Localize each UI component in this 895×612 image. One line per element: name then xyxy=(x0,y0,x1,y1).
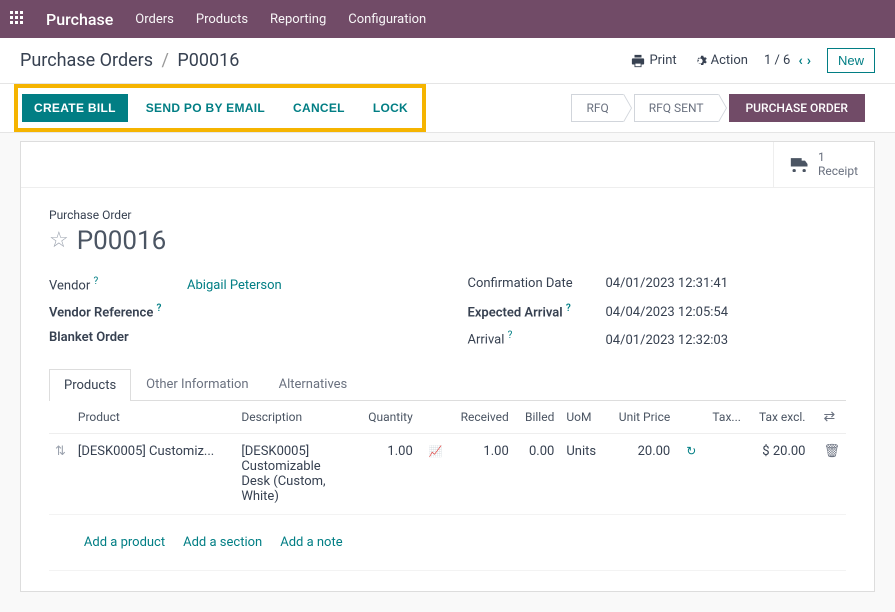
col-billed: Billed xyxy=(515,401,561,434)
status-rfq[interactable]: RFQ xyxy=(571,94,623,122)
top-navbar: Purchase Orders Products Reporting Confi… xyxy=(0,0,895,38)
col-uom: UoM xyxy=(560,401,606,434)
menu-products[interactable]: Products xyxy=(196,12,248,27)
vendor-value[interactable]: Abigail Peterson xyxy=(187,278,282,293)
cell-tax[interactable] xyxy=(702,433,747,514)
create-bill-button[interactable]: CREATE BILL xyxy=(22,94,128,122)
new-button[interactable]: New xyxy=(827,48,875,73)
col-received: Received xyxy=(448,401,514,434)
forecast-icon[interactable]: 📈 xyxy=(429,445,443,458)
col-tax-excl: Tax excl. xyxy=(747,401,812,434)
delete-row-icon[interactable]: 🗑 xyxy=(823,444,840,459)
status-purchase-order[interactable]: PURCHASE ORDER xyxy=(729,94,866,122)
tab-alternatives[interactable]: Alternatives xyxy=(264,368,363,400)
vendor-label: Vendor ? xyxy=(49,276,179,293)
confirmation-date-label: Confirmation Date xyxy=(468,276,598,291)
confirmation-date-value: 04/01/2023 12:31:41 xyxy=(606,276,729,291)
pager-prev-icon[interactable]: ‹ xyxy=(798,53,802,69)
menu-orders[interactable]: Orders xyxy=(135,12,174,27)
print-button[interactable]: Print xyxy=(631,53,676,68)
breadcrumb: Purchase Orders / P00016 xyxy=(20,50,239,71)
column-options-icon[interactable]: ⇄ xyxy=(823,409,835,425)
top-menu: Orders Products Reporting Configuration xyxy=(135,12,426,27)
help-icon[interactable]: ? xyxy=(93,276,98,287)
app-brand[interactable]: Purchase xyxy=(46,10,113,29)
cell-billed: 0.00 xyxy=(515,433,561,514)
send-po-button[interactable]: SEND PO BY EMAIL xyxy=(136,94,275,122)
vendor-ref-label: Vendor Reference ? xyxy=(49,303,179,320)
arrival-value: 04/01/2023 12:32:03 xyxy=(606,333,729,348)
help-icon[interactable]: ? xyxy=(508,330,513,341)
cell-product[interactable]: [DESK0005] Customiz... xyxy=(72,433,235,514)
cell-uom[interactable]: Units xyxy=(560,433,606,514)
cancel-button[interactable]: CANCEL xyxy=(283,94,355,122)
cell-tax-excl: $ 20.00 xyxy=(747,433,812,514)
status-rfq-sent[interactable]: RFQ SENT xyxy=(634,94,719,122)
cell-description[interactable]: [DESK0005] Customizable Desk (Custom, Wh… xyxy=(235,433,356,514)
blanket-order-label: Blanket Order xyxy=(49,330,179,345)
expected-arrival-value[interactable]: 04/04/2023 12:05:54 xyxy=(606,305,729,320)
tabs: Products Other Information Alternatives xyxy=(49,368,846,401)
col-description: Description xyxy=(235,401,356,434)
breadcrumb-parent[interactable]: Purchase Orders xyxy=(20,50,153,71)
col-product: Product xyxy=(72,401,235,434)
receipt-count: 1 xyxy=(818,150,858,164)
cell-unit-price[interactable]: 20.00 xyxy=(606,433,676,514)
refresh-price-icon[interactable]: ↻ xyxy=(686,444,696,458)
menu-reporting[interactable]: Reporting xyxy=(270,12,326,27)
add-note-link[interactable]: Add a note xyxy=(280,535,342,550)
highlight-box: CREATE BILL SEND PO BY EMAIL CANCEL LOCK xyxy=(14,84,426,132)
receipt-stat-button[interactable]: 1 Receipt xyxy=(773,142,874,187)
help-icon[interactable]: ? xyxy=(157,303,162,314)
receipt-label: Receipt xyxy=(818,164,858,178)
help-icon[interactable]: ? xyxy=(566,303,571,314)
order-lines-table: Product Description Quantity Received Bi… xyxy=(49,401,846,571)
lock-button[interactable]: LOCK xyxy=(363,94,418,122)
truck-icon xyxy=(790,156,810,172)
expected-arrival-label: Expected Arrival ? xyxy=(468,303,598,320)
arrival-label: Arrival ? xyxy=(468,330,598,347)
title-label: Purchase Order xyxy=(49,208,846,222)
form-sheet: 1 Receipt Purchase Order ☆ P00016 Vendor… xyxy=(20,141,875,592)
favorite-star-icon[interactable]: ☆ xyxy=(49,228,69,253)
col-tax: Tax... xyxy=(702,401,747,434)
cell-received: 1.00 xyxy=(448,433,514,514)
action-row: CREATE BILL SEND PO BY EMAIL CANCEL LOCK… xyxy=(0,84,895,133)
breadcrumb-sep: / xyxy=(162,50,169,71)
cell-quantity[interactable]: 1.00 xyxy=(357,433,419,514)
tab-products[interactable]: Products xyxy=(49,369,131,401)
add-product-link[interactable]: Add a product xyxy=(84,535,165,550)
order-title: P00016 xyxy=(77,226,166,256)
add-section-link[interactable]: Add a section xyxy=(183,535,262,550)
status-bar: RFQ RFQ SENT PURCHASE ORDER xyxy=(571,84,875,132)
apps-icon[interactable] xyxy=(10,10,24,29)
col-unit-price: Unit Price xyxy=(606,401,676,434)
col-quantity: Quantity xyxy=(357,401,419,434)
tab-other-information[interactable]: Other Information xyxy=(131,368,263,400)
menu-configuration[interactable]: Configuration xyxy=(348,12,426,27)
pager-next-icon[interactable]: › xyxy=(807,53,811,69)
table-row[interactable]: ⇅ [DESK0005] Customiz... [DESK0005] Cust… xyxy=(49,433,846,514)
drag-handle-icon[interactable]: ⇅ xyxy=(55,444,66,459)
breadcrumb-current: P00016 xyxy=(177,50,239,71)
action-button[interactable]: Action xyxy=(693,53,748,68)
control-bar: Purchase Orders / P00016 Print Action 1 … xyxy=(0,38,895,84)
pager: 1 / 6 ‹ › xyxy=(764,53,811,69)
pager-text: 1 / 6 xyxy=(764,53,790,68)
